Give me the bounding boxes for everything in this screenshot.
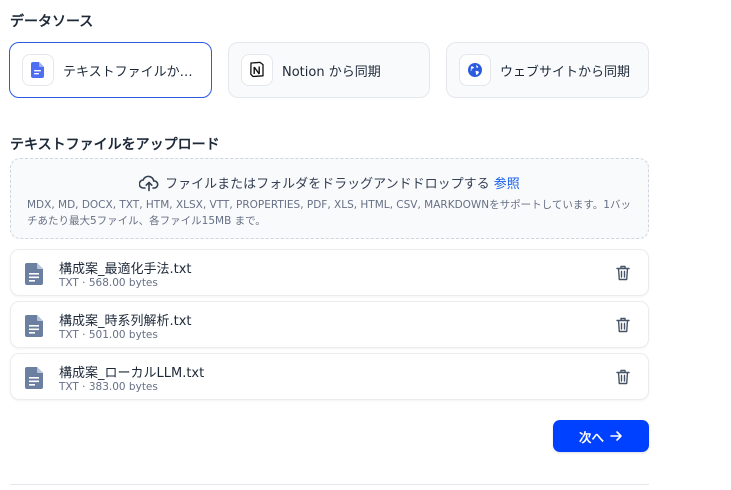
file-size: 501.00 bytes	[88, 329, 158, 341]
cloud-upload-icon	[138, 175, 159, 192]
file-icon	[25, 263, 45, 289]
upload-title: テキストファイルをアップロード	[10, 137, 220, 153]
dropzone-instruction: ファイルまたはフォルダをドラッグアンドドロップする 参照	[11, 173, 648, 192]
source-option-label: ウェブサイトから同期	[500, 64, 631, 80]
source-option-text-file[interactable]: テキストファイルか…	[9, 42, 212, 98]
file-size: 383.00 bytes	[88, 381, 158, 393]
browse-link[interactable]: 参照	[494, 177, 520, 192]
file-type: TXT	[59, 329, 79, 341]
source-option-label: Notion から同期	[282, 64, 381, 80]
file-type: TXT	[59, 277, 79, 289]
file-icon	[25, 315, 45, 341]
source-option-website[interactable]: ウェブサイトから同期	[446, 42, 649, 98]
globe-icon	[459, 54, 491, 86]
file-size: 568.00 bytes	[88, 277, 158, 289]
file-item: 構成案_ローカルLLM.txt TXT · 383.00 bytes	[10, 353, 649, 400]
data-source-title: データソース	[10, 14, 94, 30]
file-type: TXT	[59, 381, 79, 393]
file-meta: TXT · 383.00 bytes	[59, 381, 158, 393]
supported-formats-note: MDX, MD, DOCX, TXT, HTM, XLSX, VTT, PROP…	[27, 199, 631, 227]
file-name: 構成案_ローカルLLM.txt	[59, 366, 205, 381]
arrow-right-icon	[610, 431, 622, 441]
file-name: 構成案_時系列解析.txt	[59, 314, 192, 329]
trash-icon[interactable]	[614, 368, 632, 386]
file-name: 構成案_最適化手法.txt	[59, 262, 192, 277]
divider	[10, 484, 649, 485]
source-option-label: テキストファイルか…	[63, 64, 193, 80]
file-meta: TXT · 501.00 bytes	[59, 329, 158, 341]
notion-logo-icon	[241, 54, 273, 86]
source-option-notion[interactable]: Notion から同期	[228, 42, 430, 98]
file-item: 構成案_最適化手法.txt TXT · 568.00 bytes	[10, 249, 649, 296]
document-icon	[22, 54, 54, 86]
next-button-label: 次へ	[578, 429, 604, 445]
file-item: 構成案_時系列解析.txt TXT · 501.00 bytes	[10, 301, 649, 348]
trash-icon[interactable]	[614, 316, 632, 334]
dropzone-text: ファイルまたはフォルダをドラッグアンドドロップする	[165, 177, 490, 192]
file-dropzone[interactable]: ファイルまたはフォルダをドラッグアンドドロップする 参照 MDX, MD, DO…	[10, 158, 649, 239]
trash-icon[interactable]	[614, 264, 632, 282]
file-icon	[25, 367, 45, 393]
next-button[interactable]: 次へ	[553, 420, 649, 452]
file-meta: TXT · 568.00 bytes	[59, 277, 158, 289]
